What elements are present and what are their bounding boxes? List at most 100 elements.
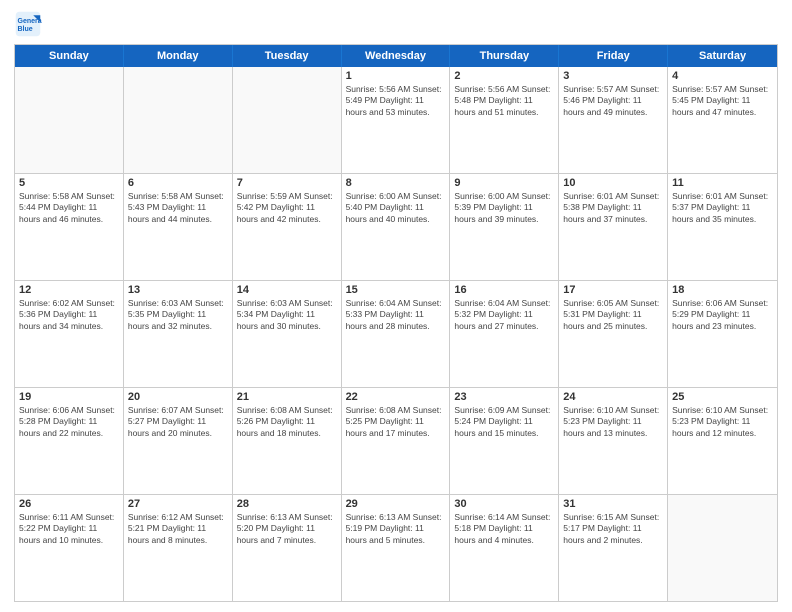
- day-number: 29: [346, 498, 446, 510]
- day-info: Sunrise: 5:56 AM Sunset: 5:48 PM Dayligh…: [454, 84, 554, 118]
- week-row-1: 1 Sunrise: 5:56 AM Sunset: 5:49 PM Daylig…: [15, 67, 777, 173]
- day-cell: [233, 67, 342, 173]
- day-cell: 21 Sunrise: 6:08 AM Sunset: 5:26 PM Dayli…: [233, 388, 342, 494]
- day-cell: [15, 67, 124, 173]
- day-cell: 14 Sunrise: 6:03 AM Sunset: 5:34 PM Dayli…: [233, 281, 342, 387]
- day-number: 18: [672, 284, 773, 296]
- day-cell: 23 Sunrise: 6:09 AM Sunset: 5:24 PM Dayli…: [450, 388, 559, 494]
- day-cell: 6 Sunrise: 5:58 AM Sunset: 5:43 PM Daylig…: [124, 174, 233, 280]
- header-friday: Friday: [559, 45, 668, 67]
- day-cell: 9 Sunrise: 6:00 AM Sunset: 5:39 PM Daylig…: [450, 174, 559, 280]
- day-info: Sunrise: 6:15 AM Sunset: 5:17 PM Dayligh…: [563, 512, 663, 546]
- day-info: Sunrise: 6:10 AM Sunset: 5:23 PM Dayligh…: [672, 405, 773, 439]
- day-cell: 22Sunrise: 6:08 AM Sunset: 5:25 PM Dayli…: [342, 388, 451, 494]
- day-info: Sunrise: 6:05 AM Sunset: 5:31 PM Dayligh…: [563, 298, 663, 332]
- page: General Blue Sunday Monday Tuesday Wedne…: [0, 0, 792, 612]
- day-number: 19: [19, 391, 119, 403]
- day-number: 8: [346, 177, 446, 189]
- day-info: Sunrise: 6:13 AM Sunset: 5:20 PM Dayligh…: [237, 512, 337, 546]
- day-number: 30: [454, 498, 554, 510]
- week-row-4: 19 Sunrise: 6:06 AM Sunset: 5:28 PM Dayli…: [15, 387, 777, 494]
- day-cell: 8 Sunrise: 6:00 AM Sunset: 5:40 PM Daylig…: [342, 174, 451, 280]
- calendar-body: 1 Sunrise: 5:56 AM Sunset: 5:49 PM Daylig…: [15, 67, 777, 601]
- day-info: Sunrise: 6:04 AM Sunset: 5:33 PM Dayligh…: [346, 298, 446, 332]
- day-info: Sunrise: 6:08 AM Sunset: 5:26 PM Dayligh…: [237, 405, 337, 439]
- day-info: Sunrise: 6:00 AM Sunset: 5:40 PM Dayligh…: [346, 191, 446, 225]
- day-number: 13: [128, 284, 228, 296]
- day-info: Sunrise: 5:59 AM Sunset: 5:42 PM Dayligh…: [237, 191, 337, 225]
- day-info: Sunrise: 5:56 AM Sunset: 5:49 PM Dayligh…: [346, 84, 446, 118]
- header-thursday: Thursday: [450, 45, 559, 67]
- day-info: Sunrise: 5:58 AM Sunset: 5:43 PM Dayligh…: [128, 191, 228, 225]
- day-cell: 26 Sunrise: 6:11 AM Sunset: 5:22 PM Dayli…: [15, 495, 124, 601]
- day-cell: [124, 67, 233, 173]
- day-cell: 4Sunrise: 5:57 AM Sunset: 5:45 PM Daylig…: [668, 67, 777, 173]
- day-number: 16: [454, 284, 554, 296]
- day-cell: 7 Sunrise: 5:59 AM Sunset: 5:42 PM Daylig…: [233, 174, 342, 280]
- day-headers: Sunday Monday Tuesday Wednesday Thursday…: [15, 45, 777, 67]
- day-number: 1: [346, 70, 446, 82]
- day-number: 7: [237, 177, 337, 189]
- day-number: 24: [563, 391, 663, 403]
- day-cell: 27 Sunrise: 6:12 AM Sunset: 5:21 PM Dayli…: [124, 495, 233, 601]
- day-number: 20: [128, 391, 228, 403]
- day-number: 2: [454, 70, 554, 82]
- day-info: Sunrise: 6:00 AM Sunset: 5:39 PM Dayligh…: [454, 191, 554, 225]
- day-info: Sunrise: 6:11 AM Sunset: 5:22 PM Dayligh…: [19, 512, 119, 546]
- day-number: 6: [128, 177, 228, 189]
- day-cell: 30 Sunrise: 6:14 AM Sunset: 5:18 PM Dayli…: [450, 495, 559, 601]
- header-tuesday: Tuesday: [233, 45, 342, 67]
- day-number: 27: [128, 498, 228, 510]
- day-number: 5: [19, 177, 119, 189]
- day-info: Sunrise: 6:02 AM Sunset: 5:36 PM Dayligh…: [19, 298, 119, 332]
- day-cell: 12 Sunrise: 6:02 AM Sunset: 5:36 PM Dayli…: [15, 281, 124, 387]
- day-cell: 2 Sunrise: 5:56 AM Sunset: 5:48 PM Daylig…: [450, 67, 559, 173]
- day-number: 31: [563, 498, 663, 510]
- day-info: Sunrise: 6:10 AM Sunset: 5:23 PM Dayligh…: [563, 405, 663, 439]
- day-info: Sunrise: 5:57 AM Sunset: 5:46 PM Dayligh…: [563, 84, 663, 118]
- day-cell: 1 Sunrise: 5:56 AM Sunset: 5:49 PM Daylig…: [342, 67, 451, 173]
- day-cell: 16 Sunrise: 6:04 AM Sunset: 5:32 PM Dayli…: [450, 281, 559, 387]
- day-info: Sunrise: 6:09 AM Sunset: 5:24 PM Dayligh…: [454, 405, 554, 439]
- day-info: Sunrise: 6:01 AM Sunset: 5:37 PM Dayligh…: [672, 191, 773, 225]
- day-info: Sunrise: 6:07 AM Sunset: 5:27 PM Dayligh…: [128, 405, 228, 439]
- day-cell: 24 Sunrise: 6:10 AM Sunset: 5:23 PM Dayli…: [559, 388, 668, 494]
- day-cell: 25Sunrise: 6:10 AM Sunset: 5:23 PM Dayli…: [668, 388, 777, 494]
- day-number: 23: [454, 391, 554, 403]
- day-info: Sunrise: 6:12 AM Sunset: 5:21 PM Dayligh…: [128, 512, 228, 546]
- day-cell: 31 Sunrise: 6:15 AM Sunset: 5:17 PM Dayli…: [559, 495, 668, 601]
- day-cell: 10 Sunrise: 6:01 AM Sunset: 5:38 PM Dayli…: [559, 174, 668, 280]
- day-number: 26: [19, 498, 119, 510]
- logo: General Blue: [14, 10, 46, 38]
- day-info: Sunrise: 6:03 AM Sunset: 5:34 PM Dayligh…: [237, 298, 337, 332]
- week-row-5: 26 Sunrise: 6:11 AM Sunset: 5:22 PM Dayli…: [15, 494, 777, 601]
- day-cell: 13Sunrise: 6:03 AM Sunset: 5:35 PM Dayli…: [124, 281, 233, 387]
- week-row-2: 5Sunrise: 5:58 AM Sunset: 5:44 PM Daylig…: [15, 173, 777, 280]
- day-info: Sunrise: 6:04 AM Sunset: 5:32 PM Dayligh…: [454, 298, 554, 332]
- day-cell: 28 Sunrise: 6:13 AM Sunset: 5:20 PM Dayli…: [233, 495, 342, 601]
- day-number: 15: [346, 284, 446, 296]
- header-monday: Monday: [124, 45, 233, 67]
- day-info: Sunrise: 6:13 AM Sunset: 5:19 PM Dayligh…: [346, 512, 446, 546]
- week-row-3: 12 Sunrise: 6:02 AM Sunset: 5:36 PM Dayli…: [15, 280, 777, 387]
- day-number: 14: [237, 284, 337, 296]
- day-info: Sunrise: 6:06 AM Sunset: 5:29 PM Dayligh…: [672, 298, 773, 332]
- day-cell: 5Sunrise: 5:58 AM Sunset: 5:44 PM Daylig…: [15, 174, 124, 280]
- day-cell: 15 Sunrise: 6:04 AM Sunset: 5:33 PM Dayli…: [342, 281, 451, 387]
- day-info: Sunrise: 6:06 AM Sunset: 5:28 PM Dayligh…: [19, 405, 119, 439]
- header-saturday: Saturday: [668, 45, 777, 67]
- day-cell: 19 Sunrise: 6:06 AM Sunset: 5:28 PM Dayli…: [15, 388, 124, 494]
- day-number: 10: [563, 177, 663, 189]
- day-info: Sunrise: 6:08 AM Sunset: 5:25 PM Dayligh…: [346, 405, 446, 439]
- day-info: Sunrise: 6:14 AM Sunset: 5:18 PM Dayligh…: [454, 512, 554, 546]
- day-number: 3: [563, 70, 663, 82]
- day-number: 12: [19, 284, 119, 296]
- header: General Blue: [14, 10, 778, 38]
- calendar: Sunday Monday Tuesday Wednesday Thursday…: [14, 44, 778, 602]
- day-cell: 17Sunrise: 6:05 AM Sunset: 5:31 PM Dayli…: [559, 281, 668, 387]
- day-number: 21: [237, 391, 337, 403]
- day-number: 9: [454, 177, 554, 189]
- day-number: 28: [237, 498, 337, 510]
- day-info: Sunrise: 6:01 AM Sunset: 5:38 PM Dayligh…: [563, 191, 663, 225]
- header-wednesday: Wednesday: [342, 45, 451, 67]
